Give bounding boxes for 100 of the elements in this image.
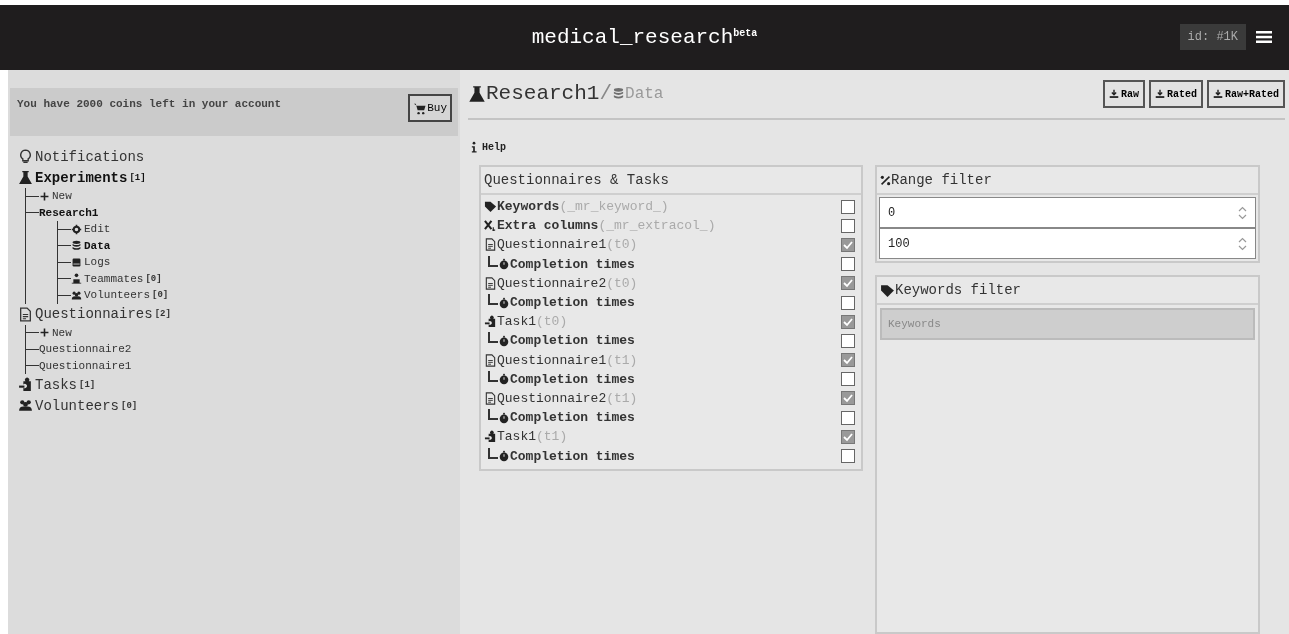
item-label: Extra columns(_mr_extracol_) xyxy=(484,218,716,234)
tree-connector xyxy=(488,370,498,382)
checkbox[interactable] xyxy=(841,199,855,214)
breadcrumb-separator: / xyxy=(599,82,613,105)
checkbox[interactable] xyxy=(841,333,855,348)
database-icon xyxy=(71,240,82,252)
people-icon xyxy=(71,289,82,301)
sidebar-item[interactable]: Questionnaire2 xyxy=(39,341,132,358)
sidebar-item[interactable]: Notifications xyxy=(18,146,145,167)
sidebar-item[interactable]: Research1 xyxy=(39,204,99,221)
sidebar-item[interactable]: Data xyxy=(71,237,111,254)
stopwatch-icon xyxy=(498,258,510,271)
people-icon xyxy=(18,398,33,413)
download-button[interactable]: Rated xyxy=(1148,80,1203,108)
sidebar-item[interactable]: New xyxy=(39,188,72,205)
spinner-icon[interactable] xyxy=(1238,205,1247,220)
download-icon xyxy=(1213,89,1223,99)
buy-button[interactable]: Buy xyxy=(408,94,452,122)
item-label: Questionnaire1(t1) xyxy=(484,352,638,368)
flask-icon xyxy=(18,170,33,185)
item-label: Questionnaire1(t0) xyxy=(484,237,638,253)
checkbox[interactable] xyxy=(841,372,855,387)
panel-title: Questionnaires & Tasks xyxy=(481,167,861,195)
tag-icon xyxy=(484,200,497,214)
checkbox[interactable] xyxy=(841,410,855,425)
checkbox[interactable] xyxy=(841,257,855,272)
item-label: Completion times xyxy=(498,295,635,311)
keywords-field[interactable]: Keywords xyxy=(880,308,1255,340)
item-label: Task1(t0) xyxy=(484,314,568,330)
checkbox[interactable] xyxy=(841,237,855,252)
tree-connector xyxy=(488,332,498,344)
document-icon xyxy=(18,306,33,322)
item-label: Completion times xyxy=(498,410,635,426)
sidebar-item[interactable]: Edit xyxy=(71,221,111,238)
sidebar-item[interactable]: Experiments[1] xyxy=(18,167,146,188)
spinner-icon[interactable] xyxy=(1238,236,1247,251)
download-button[interactable]: Raw xyxy=(1102,80,1145,108)
gear-icon xyxy=(71,223,82,235)
document-icon xyxy=(484,391,497,405)
stopwatch-icon xyxy=(498,373,510,386)
item-label: Completion times xyxy=(498,333,635,349)
app-title: medical_research xyxy=(531,26,734,49)
sidebar-item[interactable]: Volunteers[0] xyxy=(18,395,138,416)
checkbox[interactable] xyxy=(841,295,855,310)
id-label: id: #1K xyxy=(1179,24,1246,50)
tree-connector xyxy=(488,294,498,306)
sidebar-item[interactable]: Teammates [0] xyxy=(71,270,162,287)
checkbox[interactable] xyxy=(841,391,855,406)
tag-icon xyxy=(880,282,895,298)
puzzle-icon xyxy=(18,377,33,392)
item-label: Keywords(_mr_keyword_) xyxy=(484,199,669,215)
panel-title: Keywords filter xyxy=(895,282,1022,298)
tree-connector xyxy=(488,409,498,421)
stopwatch-icon xyxy=(498,334,510,347)
maximum-input[interactable]: 100 xyxy=(879,228,1256,259)
book-icon xyxy=(71,256,82,268)
sidebar-item[interactable]: Logs xyxy=(71,254,111,271)
item-label: Completion times xyxy=(498,371,635,387)
checkbox[interactable] xyxy=(841,218,855,233)
percent-icon xyxy=(880,174,891,186)
stopwatch-icon xyxy=(498,450,510,463)
plus-icon xyxy=(39,190,50,202)
checkbox[interactable] xyxy=(841,276,855,291)
minimum-input[interactable]: 0 xyxy=(879,197,1256,228)
download-button[interactable]: Raw+Rated xyxy=(1207,80,1285,108)
document-icon xyxy=(484,238,497,252)
stopwatch-icon xyxy=(498,296,510,309)
breadcrumb-link[interactable]: Research1 xyxy=(468,82,600,105)
menu-icon[interactable] xyxy=(1256,30,1272,44)
tree-connector xyxy=(488,447,498,459)
coins-message: You have 2000 coins left in your account xyxy=(17,98,282,112)
download-icon xyxy=(1154,89,1165,99)
checkbox[interactable] xyxy=(841,314,855,329)
sidebar-item[interactable]: New xyxy=(39,324,72,341)
sidebar-item[interactable]: Volunteers [0] xyxy=(71,287,169,304)
download-icon xyxy=(1108,89,1119,99)
puzzle-icon xyxy=(484,430,497,444)
plus-icon xyxy=(39,327,50,339)
stopwatch-icon xyxy=(498,411,510,424)
database-icon xyxy=(612,87,626,100)
help-link[interactable]: Help xyxy=(468,141,506,153)
checkbox[interactable] xyxy=(841,449,855,464)
item-label: Completion times xyxy=(498,448,635,464)
panel-title: Range filter xyxy=(891,172,992,188)
item-label: Task1(t1) xyxy=(484,429,568,445)
breadcrumb-current: Data xyxy=(612,84,664,103)
cart-icon xyxy=(413,101,427,115)
person-icon xyxy=(71,273,82,285)
tree-connector xyxy=(488,255,498,267)
item-label: Completion times xyxy=(498,256,635,272)
sidebar-item[interactable]: Questionnaire1 xyxy=(39,357,132,374)
checkbox[interactable] xyxy=(841,429,855,444)
sidebar-item[interactable]: Tasks[1] xyxy=(18,374,96,395)
flask-icon xyxy=(468,84,486,103)
document-icon xyxy=(484,276,497,290)
sidebar-item[interactable]: Questionnaires[2] xyxy=(18,303,171,325)
item-label: Questionnaire2(t1) xyxy=(484,390,638,406)
checkbox[interactable] xyxy=(841,353,855,368)
x-icon xyxy=(484,219,497,233)
item-label: Questionnaire2(t0) xyxy=(484,275,638,291)
